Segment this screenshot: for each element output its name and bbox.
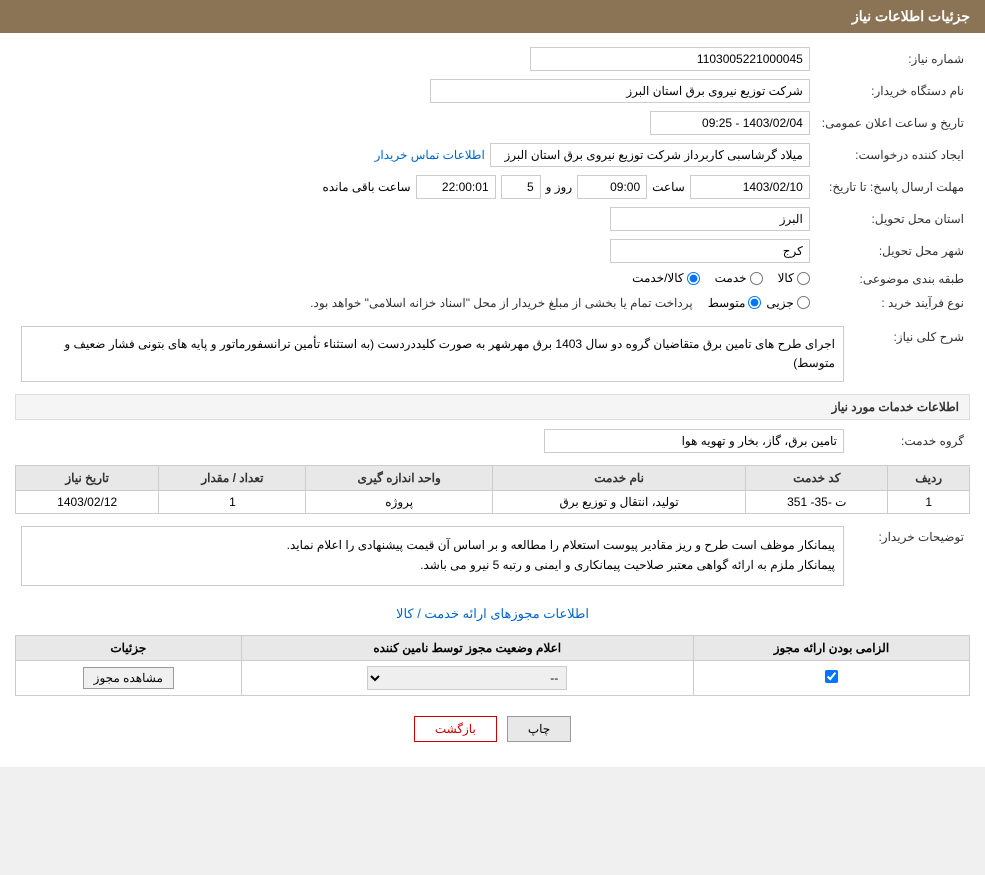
creator-label: ایجاد کننده درخواست: <box>816 139 970 171</box>
buyer-notes-box: پیمانکار موظف است طرح و ریز مقادیر پیوست… <box>21 526 844 586</box>
col-row-num: ردیف <box>888 465 970 490</box>
status-select[interactable]: -- <box>367 666 567 690</box>
reply-date-input[interactable] <box>690 175 810 199</box>
service-group-input[interactable] <box>544 429 844 453</box>
license-table: الزامی بودن ارائه مجوز اعلام وضعیت مجوز … <box>15 635 970 696</box>
category-kala-label: کالا <box>778 271 794 285</box>
category-khedmat-radio[interactable] <box>750 272 763 285</box>
announcement-datetime-input[interactable] <box>650 111 810 135</box>
license-row: -- مشاهده مجوز <box>16 660 970 695</box>
table-row: 1 ت -35- 351 تولید، انتقال و توزیع برق پ… <box>16 490 970 513</box>
process-motavaset-radio[interactable] <box>748 296 761 309</box>
cell-service-code: ت -35- 351 <box>746 490 888 513</box>
remaining-time-input[interactable] <box>416 175 496 199</box>
col-unit: واحد اندازه گیری <box>306 465 492 490</box>
category-kala-radio[interactable] <box>797 272 810 285</box>
page-title: جزئیات اطلاعات نیاز <box>852 8 970 24</box>
category-kala-khedmat-radio[interactable] <box>687 272 700 285</box>
process-motavaset-label: متوسط <box>708 296 746 310</box>
cell-row-num: 1 <box>888 490 970 513</box>
province-label: استان محل تحویل: <box>816 203 970 235</box>
category-label: طبقه بندی موضوعی: <box>816 267 970 292</box>
time-label: ساعت <box>652 180 685 194</box>
contact-link[interactable]: اطلاعات تماس خریدار <box>375 148 485 162</box>
services-table: ردیف کد خدمت نام خدمت واحد اندازه گیری ت… <box>15 465 970 514</box>
process-jozi-label: جزیی <box>766 296 793 310</box>
col-required: الزامی بودن ارائه مجوز <box>693 635 969 660</box>
back-button[interactable]: بازگشت <box>414 716 497 742</box>
remaining-label: ساعت باقی مانده <box>323 180 411 194</box>
page-header: جزئیات اطلاعات نیاز <box>0 0 985 33</box>
reply-deadline-label: مهلت ارسال پاسخ: تا تاریخ: <box>816 171 970 203</box>
city-input[interactable] <box>610 239 810 263</box>
required-checkbox[interactable] <box>825 670 838 683</box>
print-button[interactable]: چاپ <box>507 716 571 742</box>
col-quantity: تعداد / مقدار <box>159 465 306 490</box>
view-license-button[interactable]: مشاهده مجوز <box>83 667 174 689</box>
col-date: تاریخ نیاز <box>16 465 159 490</box>
need-number-label: شماره نیاز: <box>816 43 970 75</box>
description-label: شرح کلی نیاز: <box>850 322 970 386</box>
cell-date: 1403/02/12 <box>16 490 159 513</box>
reply-time-input[interactable] <box>577 175 647 199</box>
service-info-title: اطلاعات خدمات مورد نیاز <box>15 394 970 420</box>
creator-input[interactable] <box>490 143 810 167</box>
col-service-code: کد خدمت <box>746 465 888 490</box>
announcement-label: تاریخ و ساعت اعلان عمومی: <box>816 107 970 139</box>
cell-quantity: 1 <box>159 490 306 513</box>
process-note: پرداخت تمام یا بخشی از مبلغ خریدار از مح… <box>310 296 693 310</box>
process-label: نوع فرآیند خرید : <box>816 292 970 314</box>
cell-unit: پروژه <box>306 490 492 513</box>
need-number-input[interactable] <box>530 47 810 71</box>
reply-days-input[interactable] <box>501 175 541 199</box>
cell-service-name: تولید، انتقال و توزیع برق <box>492 490 745 513</box>
col-details: جزئیات <box>16 635 242 660</box>
col-service-name: نام خدمت <box>492 465 745 490</box>
days-label: روز و <box>546 180 573 194</box>
province-input[interactable] <box>610 207 810 231</box>
buyer-org-label: نام دستگاه خریدار: <box>816 75 970 107</box>
service-group-label: گروه خدمت: <box>850 425 970 457</box>
buyer-notes-label: توضیحات خریدار: <box>850 522 970 590</box>
city-label: شهر محل تحویل: <box>816 235 970 267</box>
category-kala-khedmat-label: کالا/خدمت <box>632 271 683 285</box>
license-section-title: اطلاعات مجوزهای ارائه خدمت / کالا <box>15 598 970 630</box>
buyer-org-input[interactable] <box>430 79 810 103</box>
process-jozi-radio[interactable] <box>797 296 810 309</box>
col-status: اعلام وضعیت مجوز توسط نامین کننده <box>241 635 693 660</box>
category-khedmat-label: خدمت <box>715 271 747 285</box>
description-box: اجرای طرح های تامین برق متقاضیان گروه دو… <box>21 326 844 382</box>
